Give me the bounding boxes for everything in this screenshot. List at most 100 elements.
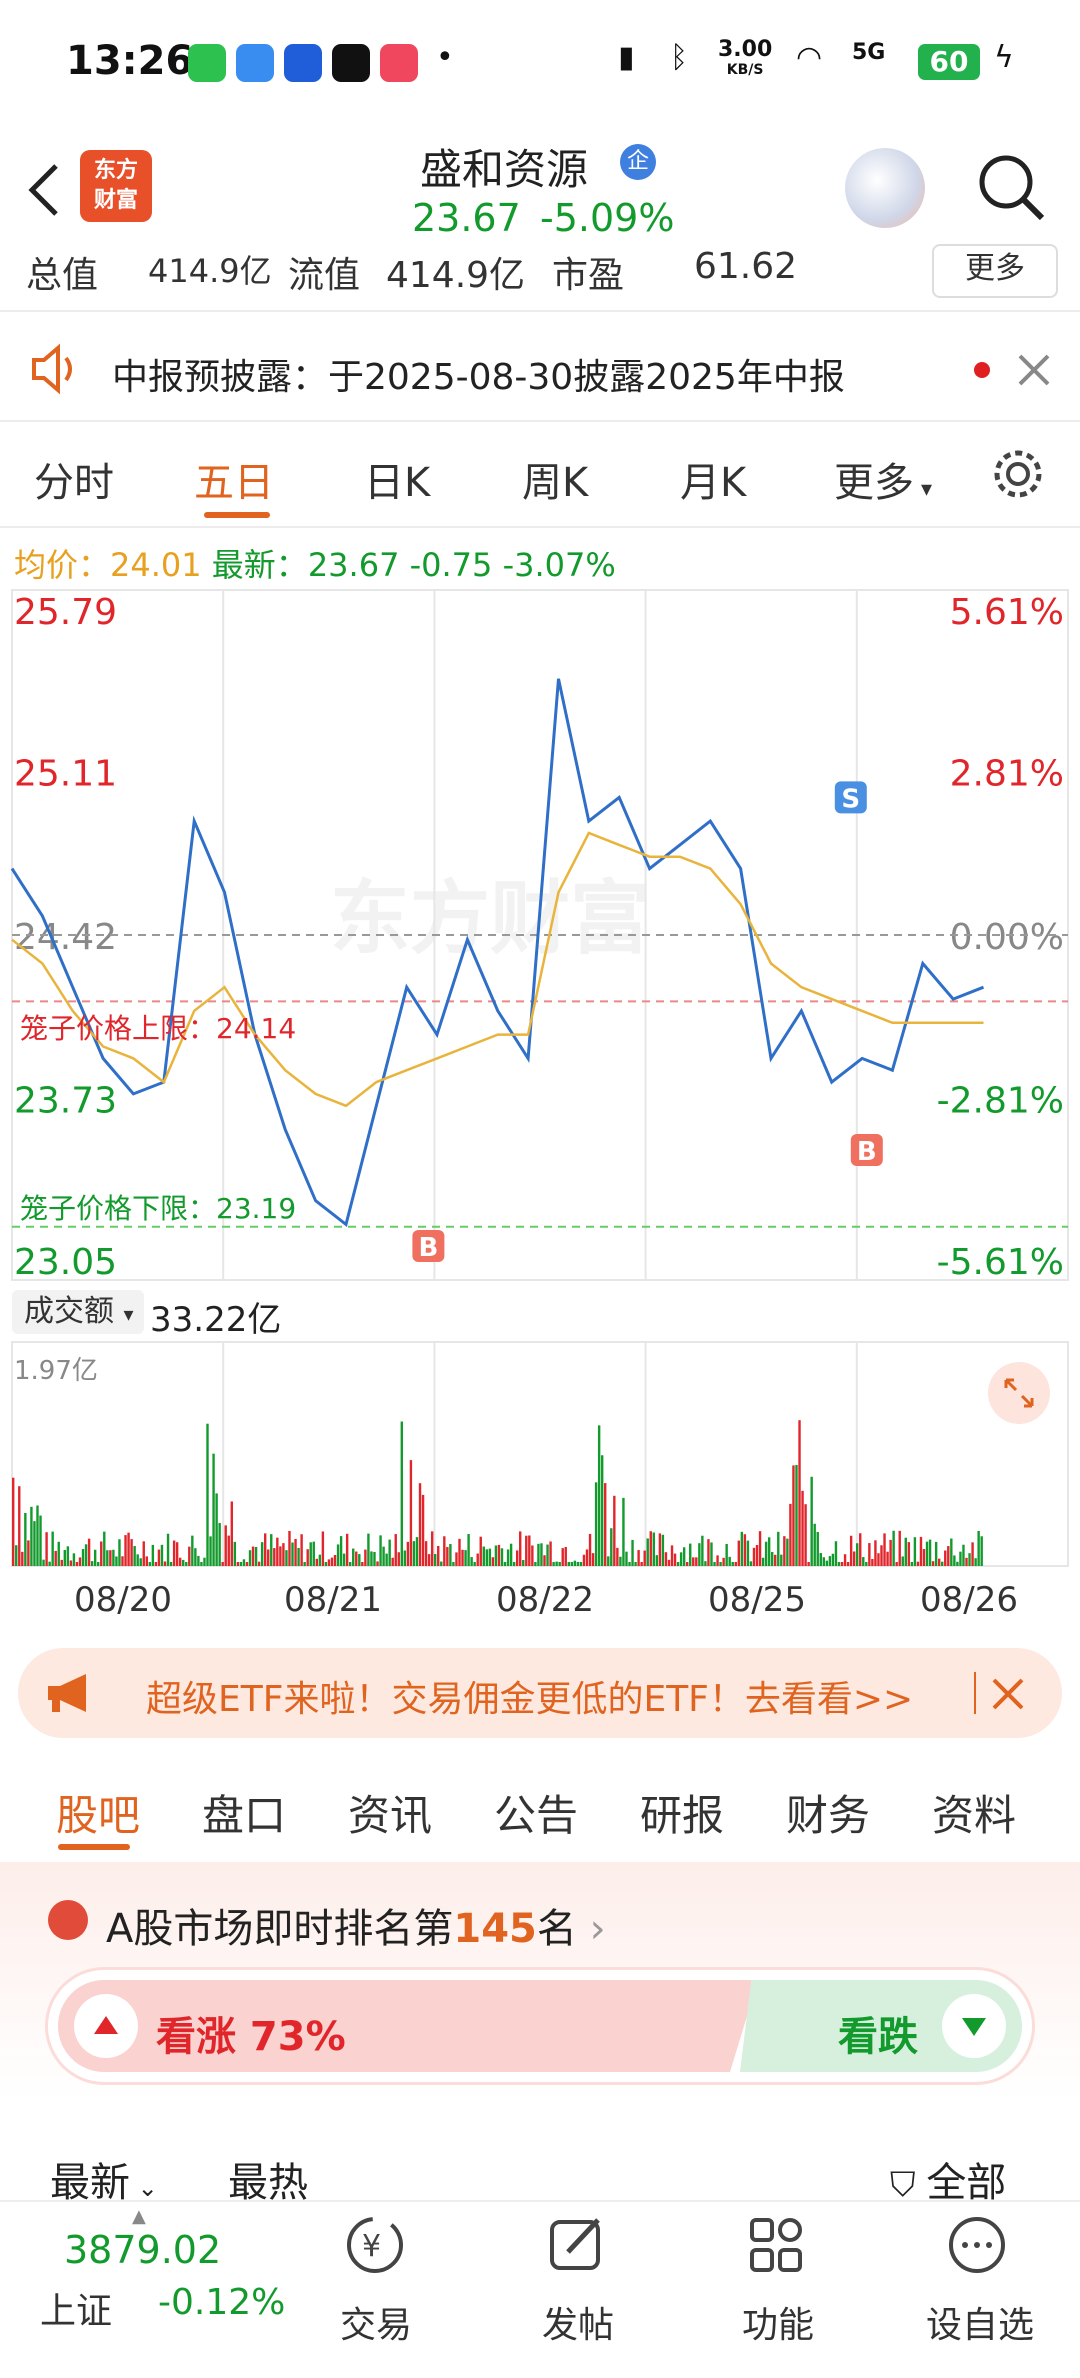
volume-bar (391, 1557, 394, 1566)
volume-bar (24, 1512, 27, 1566)
volume-bar (534, 1562, 537, 1566)
volume-bar (197, 1555, 200, 1566)
volume-chart (11, 1341, 1069, 1567)
volume-bar (540, 1543, 543, 1566)
y-tick-label-right: 5.61% (950, 592, 1064, 633)
volume-bar (555, 1561, 558, 1566)
volume-bar (594, 1482, 598, 1566)
back-icon[interactable] (24, 160, 64, 220)
volume-bar (634, 1562, 637, 1566)
tab-research[interactable]: 研报 (640, 1782, 724, 1843)
volume-bar (36, 1505, 39, 1566)
volume-bar (169, 1562, 173, 1566)
tab-monthly-k[interactable]: 月K (680, 450, 746, 508)
up-arrow-icon[interactable] (74, 1994, 138, 2058)
tab-weekly-k[interactable]: 周K (522, 450, 588, 508)
status-bar: 13:26 • ▮ ᛒ 3.00 KB/S ◠ 5G 60 ϟ (0, 0, 1080, 120)
volume-bar (39, 1515, 42, 1566)
nav-post[interactable]: 发帖 (542, 2296, 614, 2348)
volume-bar (345, 1533, 349, 1566)
volume-bar (112, 1549, 115, 1566)
volume-bar (886, 1551, 889, 1566)
nav-trade[interactable]: 交易 (340, 2296, 412, 2348)
volume-bar (15, 1545, 18, 1566)
volume-bar (813, 1523, 816, 1566)
features-grid-icon[interactable] (744, 2212, 810, 2278)
volume-bar (810, 1476, 813, 1566)
volume-bar (740, 1531, 744, 1566)
volume-bar (947, 1546, 950, 1566)
tab-more[interactable]: 更多 ▾ (834, 450, 932, 508)
volume-bar (774, 1554, 777, 1566)
promo-text[interactable]: 超级ETF来啦！交易佣金更低的ETF！去看看>> (146, 1670, 913, 1722)
volume-bar (230, 1501, 233, 1566)
tab-forum[interactable]: 股吧 (56, 1782, 140, 1843)
vote-down-label[interactable]: 看跌 (838, 2004, 918, 2062)
volume-bar (458, 1538, 461, 1566)
watchlist-icon[interactable] (944, 2212, 1010, 2278)
divider (0, 310, 1080, 312)
volume-bar (218, 1522, 221, 1566)
index-value[interactable]: 3879.02 (64, 2228, 221, 2272)
close-icon[interactable] (990, 1676, 1026, 1712)
post-edit-icon[interactable] (544, 2212, 610, 2278)
pe-value: 61.62 (694, 246, 798, 287)
volume-max-label: 1.97亿 (14, 1356, 98, 1386)
tab-intraday[interactable]: 分时 (34, 450, 114, 508)
volume-bar (294, 1538, 297, 1566)
volume-bar (373, 1551, 376, 1566)
metrics-more-button[interactable]: 更多 (932, 244, 1058, 298)
volume-bar (133, 1546, 136, 1566)
volume-bar (467, 1534, 470, 1566)
down-arrow-icon[interactable] (942, 1994, 1006, 2058)
volume-bar (500, 1548, 504, 1566)
volume-selector[interactable]: 成交额 ▾ (12, 1290, 144, 1334)
volume-bar (233, 1541, 237, 1566)
volume-bar (148, 1562, 152, 1566)
nav-watchlist[interactable]: 设自选 (926, 2296, 1034, 2348)
tab-order-book[interactable]: 盘口 (202, 1782, 286, 1843)
settings-gear-icon[interactable] (990, 446, 1046, 502)
volume-bar (537, 1543, 540, 1566)
music-icon (380, 44, 418, 82)
volume-bar (868, 1543, 871, 1566)
stock-name: 盛和资源 (420, 145, 589, 194)
volume-bar (239, 1562, 243, 1566)
tab-news[interactable]: 资讯 (348, 1782, 432, 1843)
volume-bar (191, 1535, 194, 1566)
volume-bar (971, 1542, 974, 1566)
search-icon[interactable] (976, 152, 1048, 224)
tab-finance[interactable]: 财务 (786, 1782, 870, 1843)
tab-profile[interactable]: 资料 (932, 1782, 1016, 1843)
volume-bar (279, 1546, 282, 1566)
current-price: 23.67 (412, 196, 521, 240)
tab-announcements[interactable]: 公告 (494, 1782, 578, 1843)
volume-bar (109, 1550, 112, 1566)
volume-bar (543, 1555, 546, 1566)
volume-bar (470, 1557, 473, 1566)
volume-bar (63, 1549, 67, 1566)
volume-bar (877, 1553, 880, 1566)
tab-five-day[interactable]: 五日 (194, 450, 274, 508)
volume-bar (182, 1559, 185, 1566)
assistant-avatar[interactable] (845, 148, 925, 228)
volume-bar (701, 1535, 704, 1566)
volume-bar (749, 1561, 753, 1566)
wifi-icon: ◠ (796, 40, 823, 75)
volume-bar (579, 1562, 583, 1566)
market-rank[interactable]: A股市场即时排名第145名 › (106, 1896, 606, 1954)
index-name[interactable]: 上证 (40, 2282, 112, 2334)
expand-icon[interactable] (988, 1362, 1050, 1424)
notice-text[interactable]: 中报预披露：于2025-08-30披露2025年中报 (112, 348, 845, 400)
close-icon[interactable] (1016, 352, 1052, 388)
price-chart[interactable]: 东方财富 25.79 5.61%25.11 2.81%24.42 0.00%23.73… (0, 586, 1080, 1286)
index-change[interactable]: -0.12% (158, 2282, 285, 2323)
volume-bar (862, 1557, 865, 1566)
volume-bar (440, 1561, 443, 1566)
nav-features[interactable]: 功能 (742, 2296, 814, 2348)
volume-bar (619, 1556, 622, 1566)
volume-bar (676, 1562, 680, 1566)
trade-icon[interactable]: ¥ (342, 2212, 408, 2278)
vote-up-label[interactable]: 看涨 73% (156, 2004, 346, 2062)
tab-daily-k[interactable]: 日K (364, 450, 430, 508)
